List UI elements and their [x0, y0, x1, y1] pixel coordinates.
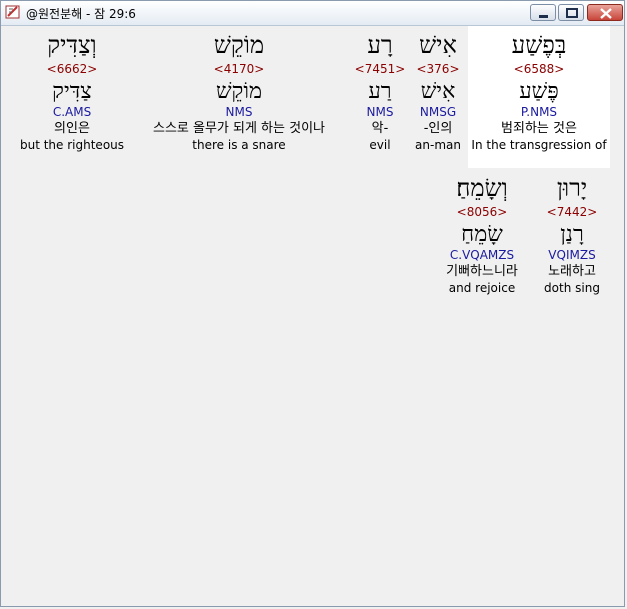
hebrew-word: רָע	[367, 31, 393, 59]
minimize-button[interactable]	[530, 4, 556, 21]
hebrew-lemma: שָׂמֵחַ	[461, 222, 503, 247]
english-gloss: and rejoice	[448, 281, 516, 295]
english-gloss: an-man	[415, 138, 461, 152]
app-icon	[5, 5, 20, 19]
strong-number: <8056>	[456, 205, 508, 219]
strong-number: <7442>	[546, 205, 598, 219]
english-gloss: there is a snare	[192, 138, 286, 152]
strong-number: <6588>	[513, 62, 565, 76]
korean-gloss: 노래하고	[548, 264, 596, 279]
hebrew-word: יָרוּן	[556, 174, 588, 202]
app-window: @원전분해 - 잠 29:6 וְצַדִּיק <6662> צַדִּיק …	[0, 0, 625, 607]
maximize-button[interactable]	[558, 4, 584, 21]
hebrew-lemma: פֶּשַׁע	[519, 79, 559, 104]
korean-gloss: 악-	[371, 121, 389, 136]
morphology-code: C.AMS	[52, 105, 92, 119]
strong-number: <6662>	[46, 62, 98, 76]
strong-number: <4170>	[213, 62, 265, 76]
morphology-code: NMS	[225, 105, 253, 119]
title-bar[interactable]: @원전분해 - 잠 29:6	[1, 1, 624, 26]
close-icon	[600, 8, 612, 19]
window-title: @원전분해 - 잠 29:6	[26, 7, 136, 21]
english-gloss: evil	[369, 138, 391, 152]
word-cell-selected[interactable]: בְּפֶשַׁע <6588> פֶּשַׁע P.NMS 범죄하는 것은 I…	[468, 26, 610, 168]
hebrew-lemma: צַדִּיק	[52, 79, 92, 104]
hebrew-word: מוֹקֵשׁ	[213, 31, 265, 59]
hebrew-lemma: רָנַן	[560, 222, 584, 247]
word-cell[interactable]: רָע <7451> רַע NMS 악- evil	[353, 31, 407, 153]
korean-gloss: 의인은	[54, 121, 90, 136]
word-cell[interactable]: מוֹקֵשׁ <4170> מוֹקֵשׁ NMS 스스로 올무가 되게 하는…	[133, 31, 345, 153]
word-cell[interactable]: אִישׁ <376> אִישׁ NMSG -인의 an-man	[409, 31, 467, 153]
korean-gloss: 기뻐하느니라	[446, 264, 518, 279]
hebrew-lemma: רַע	[368, 79, 392, 104]
hebrew-word: וְשָׂמֵחַ׃	[456, 174, 508, 202]
korean-gloss: -인의	[423, 121, 453, 136]
morphology-code: NMS	[366, 105, 394, 119]
morphology-code: C.VQAMZS	[449, 248, 515, 262]
maximize-icon	[566, 8, 578, 18]
word-cell[interactable]: וְשָׂמֵחַ׃ <8056> שָׂמֵחַ C.VQAMZS 기뻐하느니…	[431, 174, 533, 296]
morphology-code: VQIMZS	[548, 248, 596, 262]
close-button[interactable]	[587, 4, 623, 21]
minimize-icon	[539, 15, 548, 18]
hebrew-word: בְּפֶשַׁע	[511, 31, 567, 59]
hebrew-lemma: אִישׁ	[420, 79, 456, 104]
english-gloss: In the transgression of	[471, 138, 607, 152]
morphology-code: P.NMS	[520, 105, 558, 119]
korean-gloss: 범죄하는 것은	[501, 121, 577, 136]
korean-gloss: 스스로 올무가 되게 하는 것이나	[152, 121, 325, 136]
hebrew-word: אִישׁ	[419, 31, 457, 59]
hebrew-lemma: מוֹקֵשׁ	[215, 79, 263, 104]
english-gloss: doth sing	[544, 281, 600, 295]
strong-number: <7451>	[354, 62, 406, 76]
hebrew-word: וְצַדִּיק	[47, 31, 97, 59]
morphology-code: NMSG	[419, 105, 457, 119]
strong-number: <376>	[416, 62, 460, 76]
english-gloss: but the righteous	[19, 138, 125, 152]
word-cell[interactable]: וְצַדִּיק <6662> צַדִּיק C.AMS 의인은 but t…	[11, 31, 133, 153]
interlinear-panel: וְצַדִּיק <6662> צַדִּיק C.AMS 의인은 but t…	[1, 26, 624, 606]
word-cell[interactable]: יָרוּן <7442> רָנַן VQIMZS 노래하고 doth sin…	[537, 174, 607, 296]
